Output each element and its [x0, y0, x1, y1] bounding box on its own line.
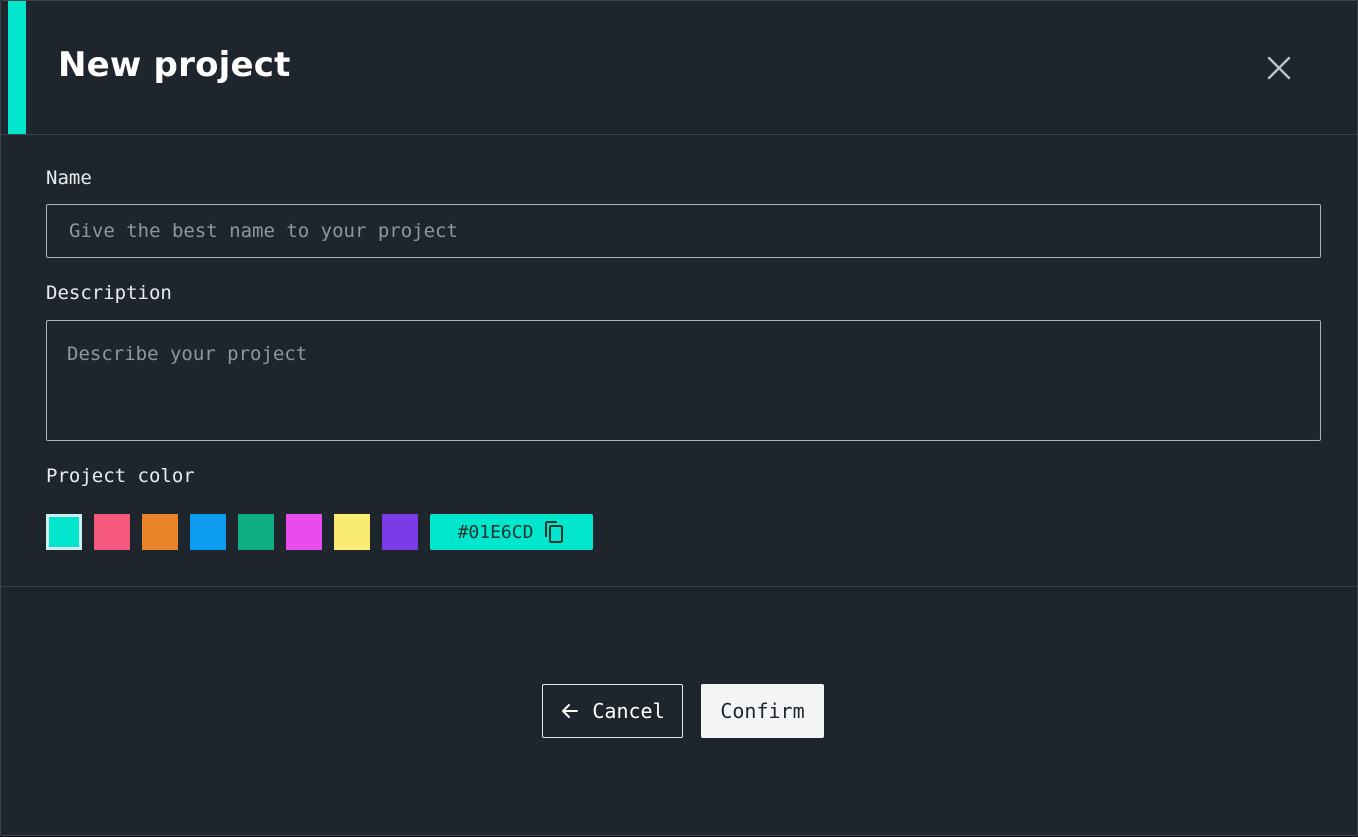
color-swatch[interactable]	[190, 514, 226, 550]
copy-icon	[545, 521, 564, 543]
close-icon	[1267, 56, 1291, 80]
color-swatch[interactable]	[334, 514, 370, 550]
copy-hex-button[interactable]: #01E6CD	[430, 514, 593, 550]
arrow-left-icon	[562, 704, 579, 718]
color-swatch[interactable]	[286, 514, 322, 550]
confirm-button[interactable]: Confirm	[701, 684, 824, 738]
color-swatch[interactable]	[238, 514, 274, 550]
dialog-title: New project	[58, 45, 291, 85]
dialog-footer: Cancel Confirm	[1, 588, 1357, 837]
description-input[interactable]	[46, 320, 1321, 441]
name-input[interactable]	[46, 204, 1321, 258]
new-project-dialog: New project Name Description Project col…	[0, 0, 1358, 836]
color-swatch[interactable]	[46, 514, 82, 550]
cancel-button[interactable]: Cancel	[542, 684, 683, 738]
name-label: Name	[46, 167, 92, 189]
accent-bar	[8, 1, 26, 134]
dialog-body: Name Description Project color #01E6CD	[1, 135, 1357, 587]
color-swatch[interactable]	[94, 514, 130, 550]
close-button[interactable]	[1263, 52, 1295, 84]
dialog-header: New project	[1, 1, 1357, 135]
description-label: Description	[46, 282, 172, 304]
color-swatches: #01E6CD	[46, 514, 593, 550]
cancel-label: Cancel	[592, 699, 665, 723]
color-swatch[interactable]	[382, 514, 418, 550]
color-swatch[interactable]	[142, 514, 178, 550]
selected-hex-value: #01E6CD	[457, 521, 534, 543]
project-color-label: Project color	[46, 465, 195, 487]
